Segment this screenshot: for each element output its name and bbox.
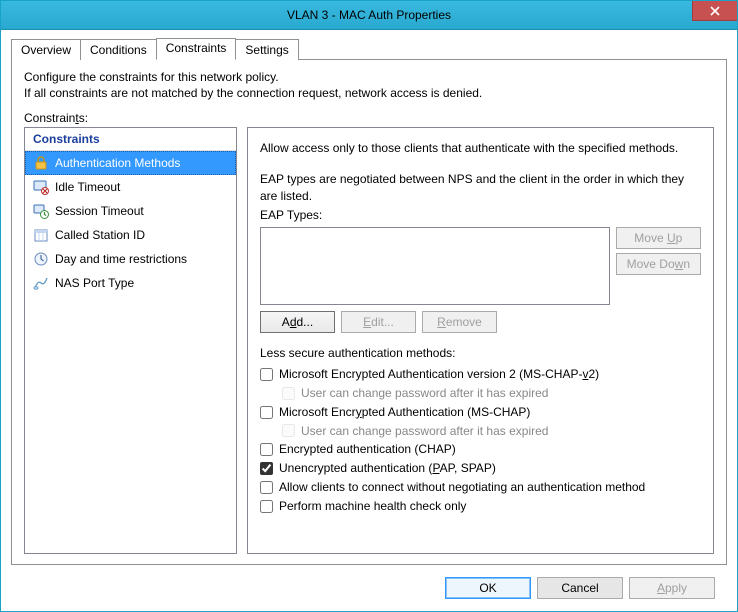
close-button[interactable]: [692, 1, 737, 21]
checkbox-pw-expire-v1[interactable]: User can change password after it has ex…: [282, 423, 701, 440]
tab-conditions[interactable]: Conditions: [80, 39, 157, 60]
lock-icon: [33, 155, 49, 171]
clock-icon: [33, 251, 49, 267]
checkbox-pap[interactable]: Unencrypted authentication (PAP, SPAP): [260, 460, 701, 477]
page-description: Configure the constraints for this netwo…: [24, 70, 714, 101]
tab-constraints[interactable]: Constraints: [156, 38, 237, 60]
eap-types-label: EAP Types:: [260, 207, 701, 224]
desc-line1: Configure the constraints for this netwo…: [24, 70, 279, 84]
cancel-button[interactable]: Cancel: [537, 577, 623, 599]
detail-panel: Allow access only to those clients that …: [247, 127, 714, 554]
list-item-label: Called Station ID: [55, 228, 145, 242]
less-secure-label: Less secure authentication methods:: [260, 345, 701, 362]
list-item-session-timeout[interactable]: Session Timeout: [25, 199, 236, 223]
remove-button[interactable]: Remove: [422, 311, 497, 333]
list-item-label: Session Timeout: [55, 204, 144, 218]
list-item-label: NAS Port Type: [55, 276, 134, 290]
session-timeout-icon: [33, 203, 49, 219]
constraints-list-header: Constraints: [25, 128, 236, 151]
constraints-list[interactable]: Constraints Authentication Methods Idle …: [24, 127, 237, 554]
tab-page-constraints: Configure the constraints for this netwo…: [11, 59, 727, 565]
checkbox-mschap[interactable]: Microsoft Encrypted Authentication (MS-C…: [260, 404, 701, 421]
checkbox-mschapv2[interactable]: Microsoft Encrypted Authentication versi…: [260, 366, 701, 383]
apply-button[interactable]: Apply: [629, 577, 715, 599]
tab-overview[interactable]: Overview: [11, 39, 81, 60]
list-item-nas-port-type[interactable]: NAS Port Type: [25, 271, 236, 295]
checkbox-chap[interactable]: Encrypted authentication (CHAP): [260, 441, 701, 458]
nas-port-icon: [33, 275, 49, 291]
idle-timeout-icon: [33, 179, 49, 195]
constraints-label: Constraints:: [24, 111, 714, 125]
tabstrip: Overview Conditions Constraints Settings: [11, 38, 727, 59]
move-up-button[interactable]: Move Up: [616, 227, 701, 249]
list-item-label: Day and time restrictions: [55, 252, 187, 266]
dialog-footer: OK Cancel Apply: [11, 565, 727, 611]
checkbox-health-check[interactable]: Perform machine health check only: [260, 498, 701, 515]
ok-button[interactable]: OK: [445, 577, 531, 599]
eap-types-listbox[interactable]: [260, 227, 610, 305]
window-title: VLAN 3 - MAC Auth Properties: [287, 8, 451, 22]
list-item-idle-timeout[interactable]: Idle Timeout: [25, 175, 236, 199]
checkbox-pw-expire-v2[interactable]: User can change password after it has ex…: [282, 385, 701, 402]
titlebar: VLAN 3 - MAC Auth Properties: [1, 1, 737, 30]
eap-intro-text: EAP types are negotiated between NPS and…: [260, 171, 701, 205]
list-item-day-time[interactable]: Day and time restrictions: [25, 247, 236, 271]
move-down-button[interactable]: Move Down: [616, 253, 701, 275]
called-station-icon: [33, 227, 49, 243]
close-icon: [710, 6, 720, 16]
desc-line2: If all constraints are not matched by th…: [24, 86, 482, 100]
checkbox-noauth[interactable]: Allow clients to connect without negotia…: [260, 479, 701, 496]
list-item-auth-methods[interactable]: Authentication Methods: [25, 151, 236, 175]
intro-text: Allow access only to those clients that …: [260, 140, 701, 157]
list-item-label: Idle Timeout: [55, 180, 120, 194]
list-item-called-station-id[interactable]: Called Station ID: [25, 223, 236, 247]
list-item-label: Authentication Methods: [55, 156, 180, 170]
tab-settings[interactable]: Settings: [235, 39, 298, 60]
edit-button[interactable]: Edit...: [341, 311, 416, 333]
add-button[interactable]: Add...: [260, 311, 335, 333]
